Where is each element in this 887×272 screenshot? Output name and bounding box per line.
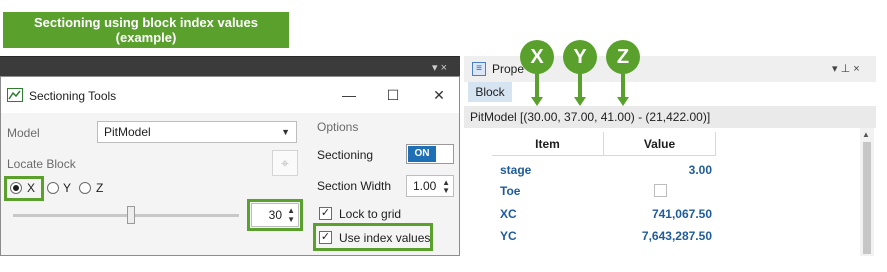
index-slider-thumb[interactable]	[127, 206, 135, 224]
locate-block-button[interactable]: ⌖	[272, 150, 298, 176]
use-index-values-label: Use index values	[339, 231, 431, 245]
scrollbar-thumb[interactable]	[863, 142, 871, 254]
index-slider-track[interactable]	[13, 214, 239, 217]
pit-icon	[7, 88, 23, 102]
row-value-xc[interactable]: 741,067.50	[652, 207, 712, 221]
list-icon: ≡	[472, 62, 486, 76]
sectioning-toggle[interactable]: ON	[406, 144, 454, 164]
radio-y-label: Y	[63, 181, 72, 195]
sectioning-tools-dialog: Sectioning Tools — ☐ ✕ Model PitModel ▼ …	[0, 76, 460, 256]
index-spin-box[interactable]: 30 ▲ ▼	[251, 203, 299, 227]
dock-controls[interactable]: ▾ ×	[432, 61, 447, 75]
minimize-button[interactable]: —	[337, 85, 361, 105]
properties-scrollbar[interactable]: ▲	[860, 128, 874, 256]
radio-x-label: X	[27, 181, 36, 195]
arrow-x-head	[531, 97, 543, 106]
arrow-y-shaft	[578, 73, 582, 97]
maximize-button[interactable]: ☐	[381, 85, 405, 105]
arrow-z-shaft	[621, 73, 625, 97]
spin-up-icon[interactable]: ▲	[287, 207, 295, 215]
badge-x: X	[520, 40, 554, 74]
row-label-yc: YC	[500, 229, 517, 243]
arrow-y-head	[574, 97, 586, 106]
arrow-z-head	[617, 97, 629, 106]
scroll-up-icon[interactable]: ▲	[862, 130, 870, 139]
use-index-values-checkbox[interactable]: ✓	[319, 231, 332, 244]
chevron-down-icon: ▼	[281, 127, 290, 137]
column-header-item[interactable]: Item	[492, 132, 604, 156]
width-down-icon[interactable]: ▼	[442, 187, 450, 195]
lock-to-grid-label: Lock to grid	[339, 207, 402, 221]
row-value-stage[interactable]: 3.00	[689, 163, 712, 177]
radio-z-label: Z	[96, 181, 104, 195]
section-width-value: 1.00	[413, 179, 437, 193]
banner-line-2: (example)	[115, 30, 177, 45]
radio-x[interactable]	[10, 182, 22, 194]
radio-z[interactable]	[79, 182, 91, 194]
banner-line-1: Sectioning using block index values	[34, 15, 258, 30]
row-label-stage: stage	[500, 163, 532, 177]
badge-y: Y	[563, 40, 597, 74]
properties-grid: Item Value stage 3.00 Toe XC 741,067.50 …	[464, 128, 876, 256]
model-select-value: PitModel	[104, 125, 151, 139]
row-value-yc[interactable]: 7,643,287.50	[642, 229, 712, 243]
dialog-titlebar[interactable]: Sectioning Tools — ☐ ✕	[1, 77, 459, 113]
crosshair-icon: ⌖	[281, 155, 289, 171]
properties-title: Prope	[492, 62, 525, 76]
index-spin-value: 30	[268, 208, 282, 222]
radio-y[interactable]	[47, 182, 59, 194]
badge-z: Z	[606, 40, 640, 74]
model-label: Model	[7, 126, 40, 140]
lock-to-grid-checkbox[interactable]: ✓	[319, 207, 332, 220]
close-button[interactable]: ✕	[427, 85, 451, 105]
section-width-label: Section Width	[317, 179, 392, 193]
locate-block-label: Locate Block	[7, 157, 76, 171]
sectioning-label: Sectioning	[317, 148, 374, 162]
arrow-x-shaft	[535, 73, 539, 97]
toggle-on-label: ON	[408, 146, 436, 162]
properties-controls[interactable]: ▾ ⊥ ×	[832, 62, 860, 76]
properties-tabs: Block	[464, 82, 876, 102]
title-banner: Sectioning using block index values (exa…	[3, 12, 289, 48]
spin-down-icon[interactable]: ▼	[287, 216, 295, 224]
section-width-input[interactable]: 1.00 ▲ ▼	[406, 175, 454, 197]
row-label-toe: Toe	[500, 184, 521, 198]
toe-checkbox[interactable]	[654, 184, 667, 197]
properties-path: PitModel [(30.00, 37.00, 41.00) - (21,42…	[464, 106, 876, 128]
column-header-value[interactable]: Value	[604, 132, 716, 156]
dialog-title: Sectioning Tools	[29, 89, 117, 103]
model-select[interactable]: PitModel ▼	[97, 121, 297, 143]
tab-block[interactable]: Block	[468, 82, 512, 102]
row-label-xc: XC	[500, 207, 517, 221]
options-label: Options	[317, 120, 359, 134]
